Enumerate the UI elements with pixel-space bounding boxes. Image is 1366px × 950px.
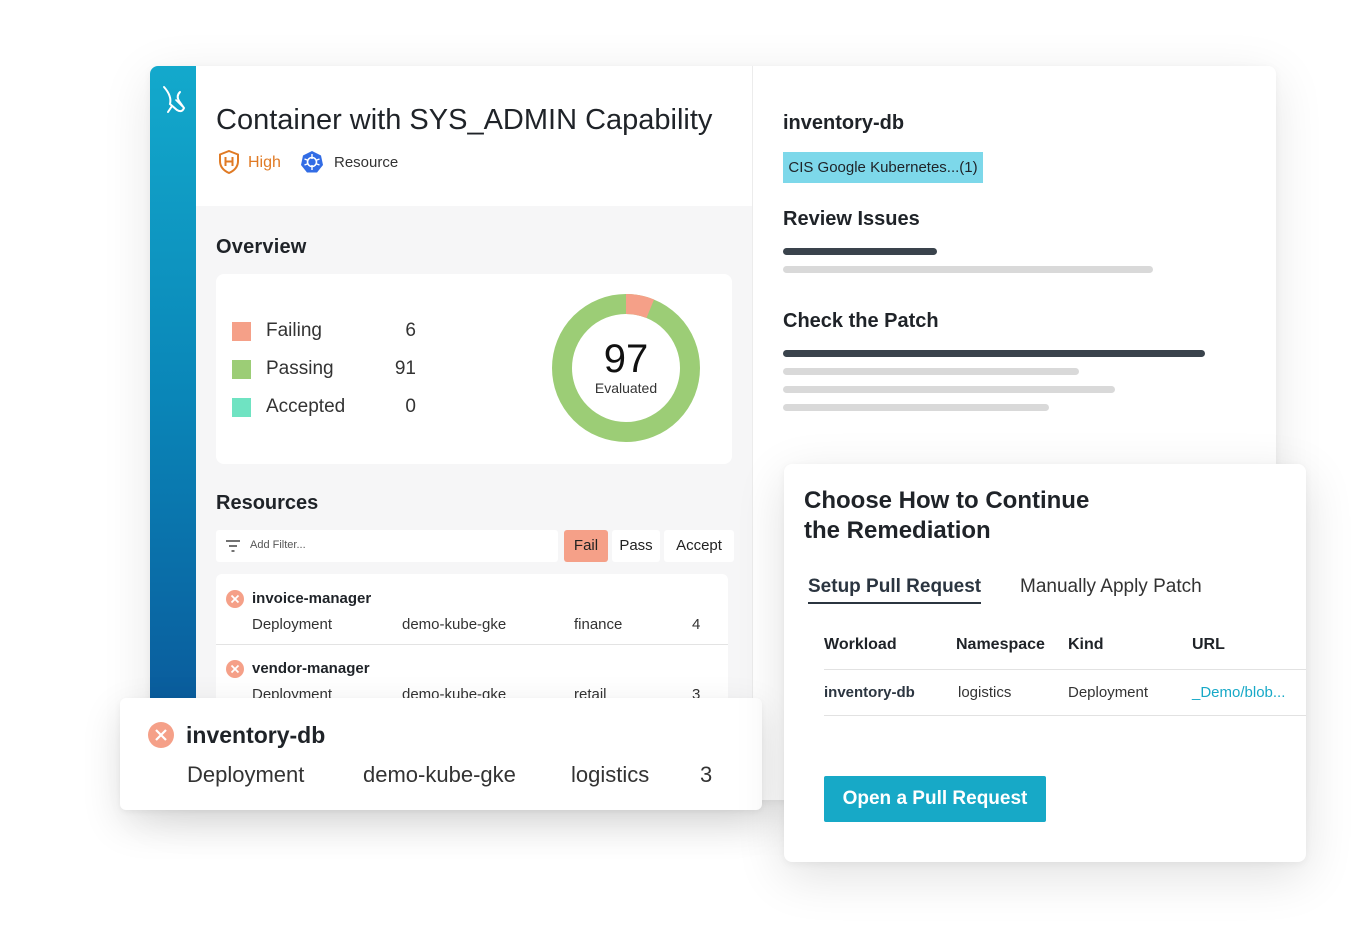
selected-resource-kind: Deployment: [187, 762, 305, 787]
selected-resource-cluster: demo-kube-gke: [363, 762, 516, 787]
skeleton-bar: [783, 266, 1153, 273]
url-link[interactable]: _Demo/blob...: [1192, 684, 1285, 701]
remediation-title-line2: the Remediation: [804, 517, 991, 544]
table-row[interactable]: invoice-manager Deployment demo-kube-gke…: [216, 574, 728, 644]
evaluated-donut-chart: 97 Evaluated: [552, 294, 700, 442]
table-row-divider: [824, 715, 1306, 716]
evaluated-label: Evaluated: [595, 380, 657, 396]
benchmark-tag[interactable]: CIS Google Kubernetes...(1): [783, 152, 983, 183]
table-header-divider: [824, 669, 1306, 670]
resource-count: 4: [692, 616, 701, 633]
remediation-dialog: Choose How to Continue the Remediation S…: [784, 464, 1306, 862]
passing-count: 91: [394, 358, 416, 379]
finding-panel: Container with SYS_ADMIN Capability High…: [196, 66, 752, 800]
overview-heading: Overview: [216, 236, 307, 258]
accepted-swatch: [232, 398, 251, 417]
donut-failing-arc: [625, 294, 655, 319]
passing-label: Passing: [266, 358, 334, 379]
workload-cell: inventory-db: [824, 684, 915, 701]
severity-shield-icon: [219, 150, 239, 174]
skeleton-bar: [783, 386, 1115, 393]
app-logo-icon[interactable]: [160, 82, 188, 118]
column-header-url: URL: [1192, 636, 1225, 653]
finding-title: Container with SYS_ADMIN Capability: [216, 104, 713, 136]
resources-heading: Resources: [216, 492, 319, 514]
total-evaluated-number: 97: [604, 337, 649, 381]
selected-resource-card[interactable]: inventory-db Deployment demo-kube-gke lo…: [120, 698, 762, 810]
remediation-title-line1: Choose How to Continue: [804, 487, 1090, 514]
accepted-label: Accepted: [266, 396, 346, 417]
column-header-kind: Kind: [1068, 636, 1104, 653]
remediation-title: Choose How to Continue the Remediation: [804, 486, 1144, 546]
resource-name: invoice-manager: [252, 590, 372, 607]
namespace-cell: logistics: [958, 684, 1012, 701]
column-header-workload: Workload: [824, 636, 897, 653]
resource-cluster: demo-kube-gke: [402, 616, 507, 633]
open-pull-request-button[interactable]: Open a Pull Request: [824, 776, 1046, 822]
accept-filter-button[interactable]: Accept: [664, 530, 734, 562]
tab-setup-pull-request[interactable]: Setup Pull Request: [808, 576, 982, 604]
fail-filter-button[interactable]: Fail: [564, 530, 608, 562]
selected-resource-count: 3: [700, 762, 713, 787]
kubernetes-icon: [301, 151, 323, 173]
fail-status-icon: [226, 660, 244, 678]
fail-status-icon: [148, 722, 174, 748]
skeleton-bar: [783, 248, 937, 255]
passing-swatch: [232, 360, 251, 379]
selected-resource-name: inventory-db: [186, 722, 326, 748]
add-filter-input[interactable]: Add Filter...: [216, 530, 558, 562]
check-patch-heading: Check the Patch: [783, 310, 939, 332]
finding-header: Container with SYS_ADMIN Capability High…: [196, 66, 752, 206]
tab-manually-apply-patch[interactable]: Manually Apply Patch: [1020, 576, 1202, 598]
failing-count: 6: [405, 320, 416, 341]
details-title: inventory-db: [783, 112, 905, 134]
kind-cell: Deployment: [1068, 684, 1149, 701]
accepted-count: 0: [405, 396, 416, 417]
resource-kind: Deployment: [252, 616, 333, 633]
pass-filter-button[interactable]: Pass: [612, 530, 660, 562]
sidebar: [150, 66, 196, 800]
overview-card: Failing 6 Passing 91 Accepted 0 97 Evalu…: [216, 274, 732, 464]
failing-swatch: [232, 322, 251, 341]
skeleton-bar: [783, 368, 1079, 375]
filter-icon: [226, 540, 240, 552]
severity-label: High: [248, 154, 281, 171]
fail-status-icon: [226, 590, 244, 608]
filter-placeholder: Add Filter...: [250, 539, 306, 551]
scope-label: Resource: [334, 154, 399, 171]
resource-name: vendor-manager: [252, 660, 370, 677]
review-issues-heading: Review Issues: [783, 208, 920, 230]
selected-resource-namespace: logistics: [571, 762, 650, 787]
resource-namespace: finance: [574, 616, 623, 633]
skeleton-bar: [783, 350, 1205, 357]
failing-label: Failing: [266, 320, 322, 341]
column-header-namespace: Namespace: [956, 636, 1045, 653]
skeleton-bar: [783, 404, 1049, 411]
